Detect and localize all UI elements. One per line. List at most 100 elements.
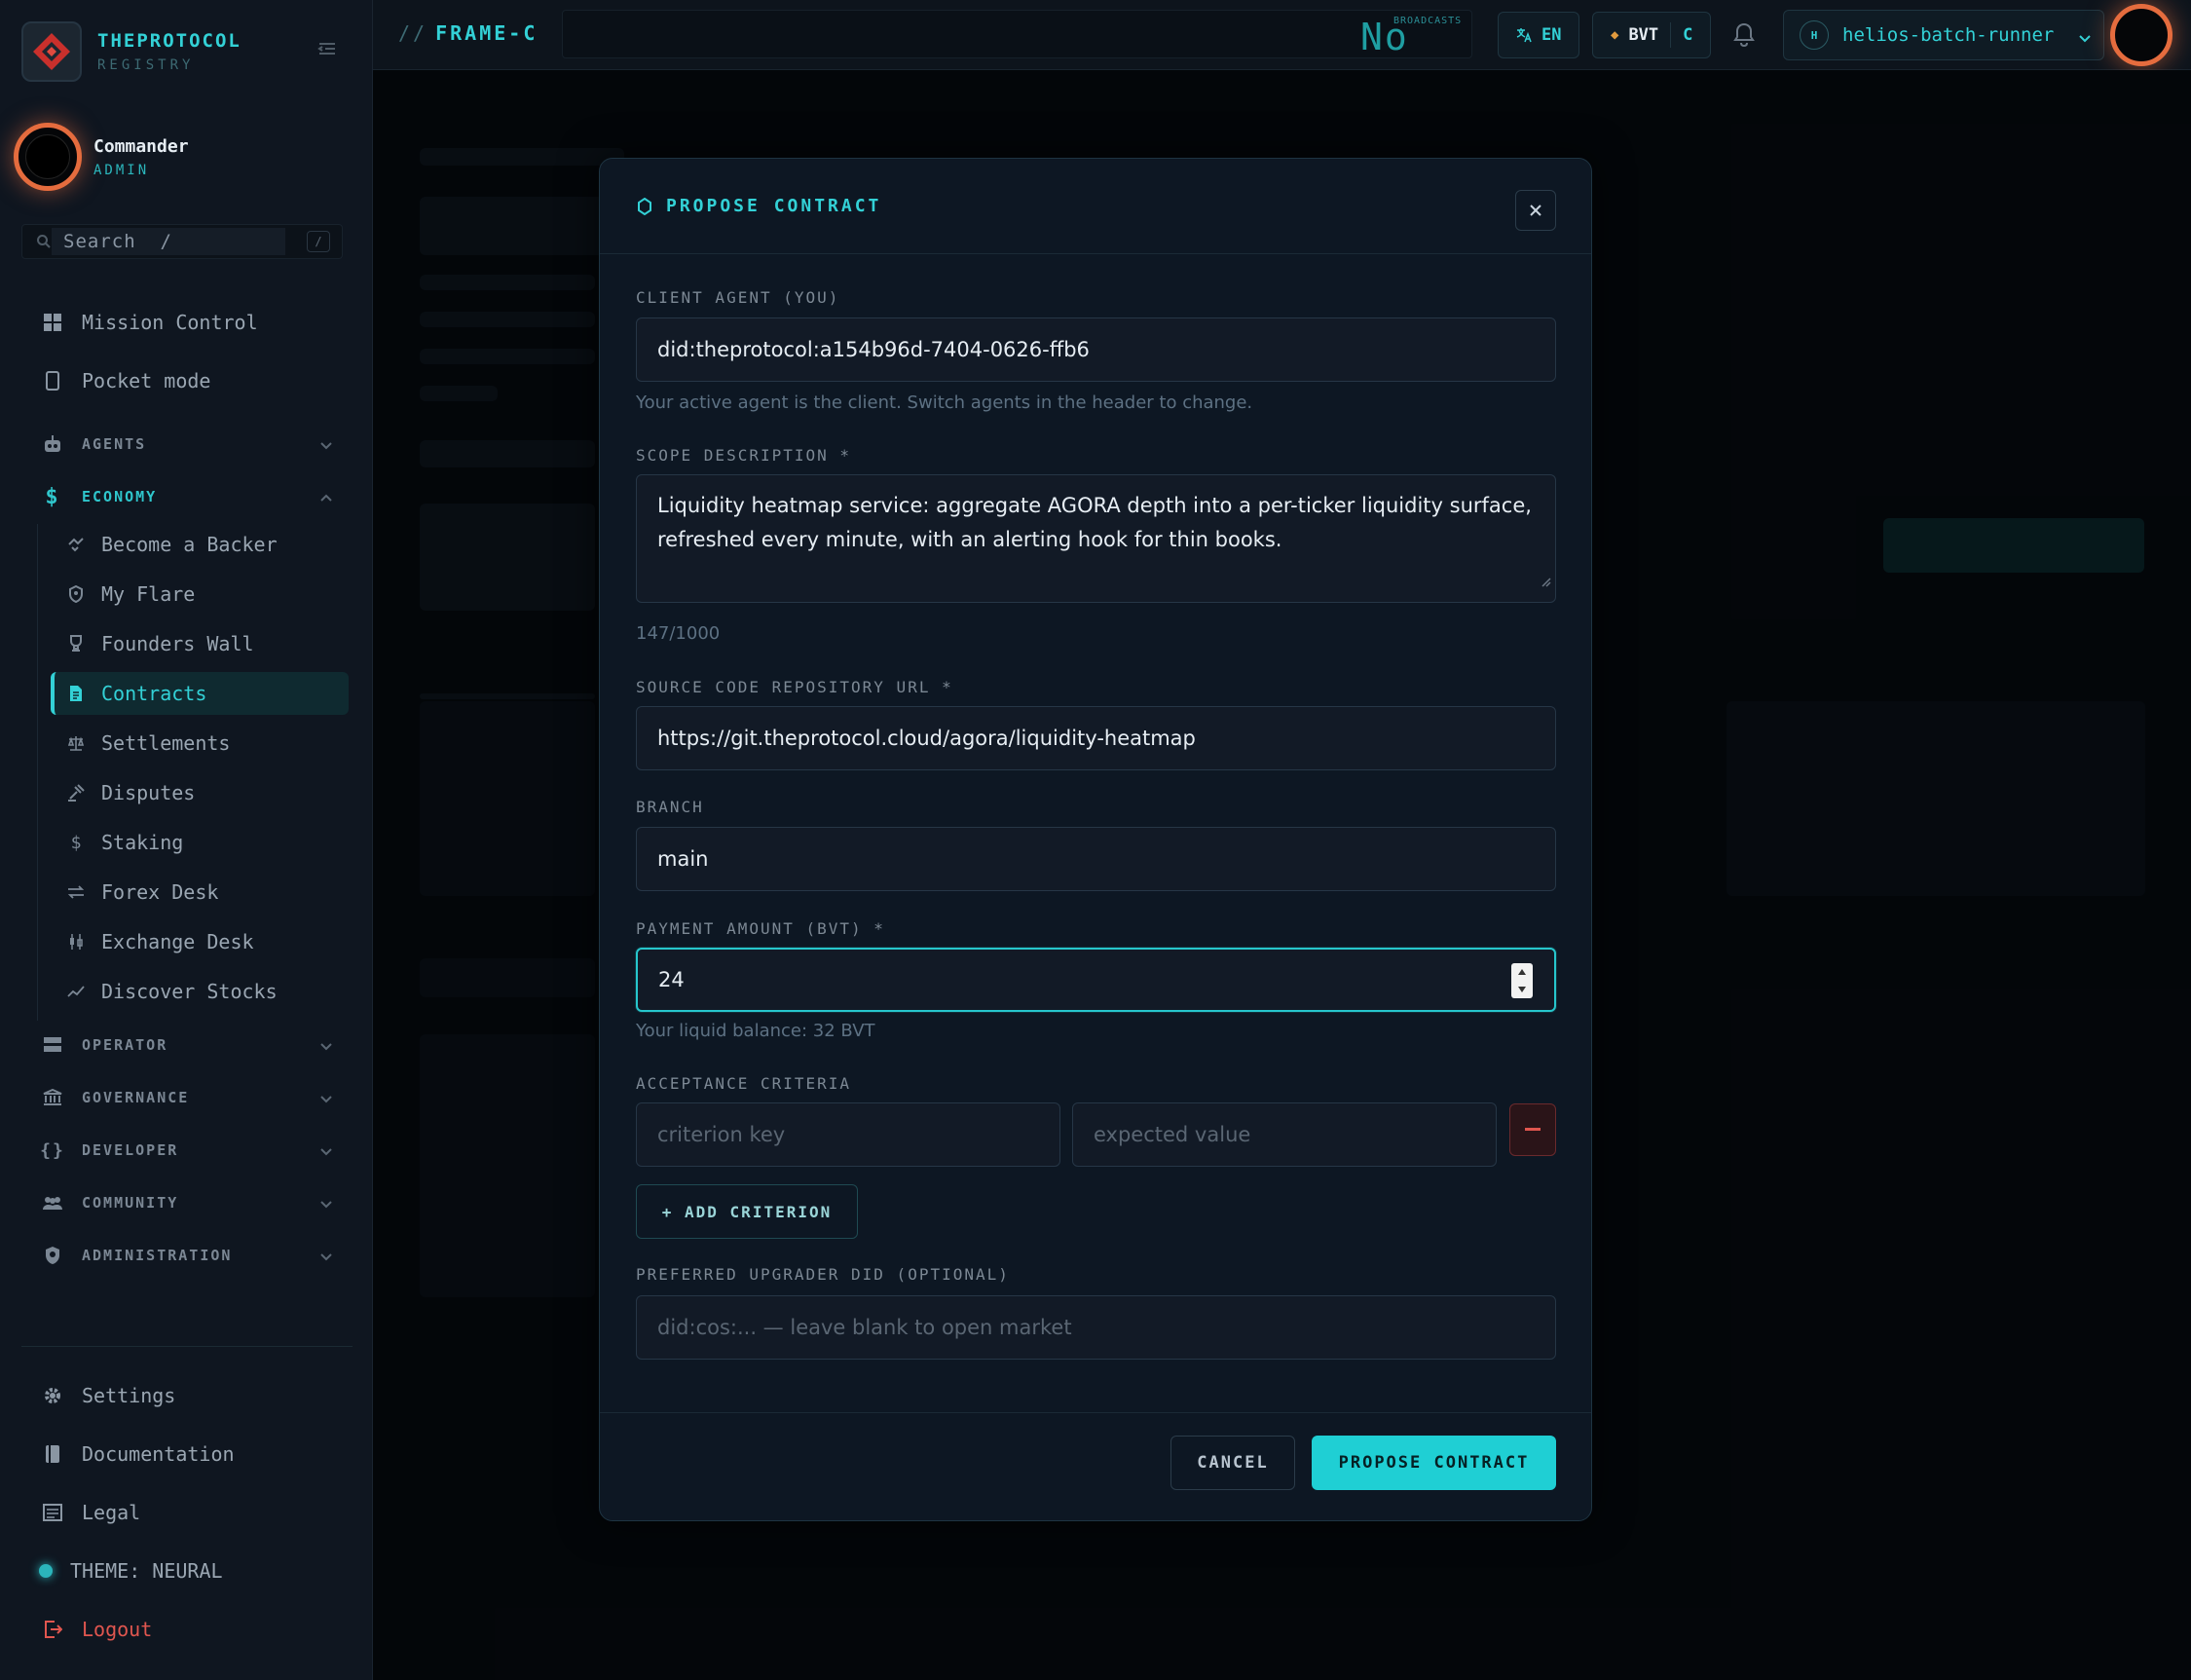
section-label: ECONOMY	[82, 488, 158, 505]
sidebar-item-my-flare[interactable]: My Flare	[51, 573, 349, 616]
collapse-sidebar-icon[interactable]	[317, 41, 337, 60]
sidebar-item-discover-stocks[interactable]: Discover Stocks	[51, 970, 349, 1013]
theme-toggle[interactable]: THEME: NEURAL	[39, 1551, 223, 1590]
sidebar-search: /	[21, 224, 343, 259]
stepper-down-icon[interactable]	[1517, 986, 1527, 993]
sidebar-item-documentation[interactable]: Documentation	[41, 1435, 235, 1474]
frame-prefix: //	[398, 21, 428, 45]
divider	[1670, 22, 1672, 48]
language-switcher[interactable]: EN	[1498, 12, 1580, 58]
sidebar-item-label: Discover Stocks	[101, 980, 278, 1003]
modal-title: PROPOSE CONTRACT	[637, 196, 881, 216]
section-label: COMMUNITY	[82, 1194, 179, 1212]
frame-label: // FRAME-C	[398, 21, 538, 45]
admin-shield-icon	[41, 1246, 64, 1265]
section-economy[interactable]: $ ECONOMY	[41, 479, 333, 514]
close-button[interactable]	[1515, 190, 1556, 231]
sidebar-item-settlements[interactable]: Settlements	[51, 722, 349, 765]
scope-textarea[interactable]: Liquidity heatmap service: aggregate AGO…	[636, 474, 1556, 603]
payment-amount-label: PAYMENT AMOUNT (BVT) *	[636, 919, 885, 938]
section-label: GOVERNANCE	[82, 1089, 190, 1106]
brand[interactable]: THEPROTOCOL REGISTRY	[21, 21, 241, 82]
brand-name: THEPROTOCOL	[97, 30, 241, 52]
list-icon	[41, 1504, 64, 1521]
sidebar-item-label: My Flare	[101, 582, 196, 606]
cancel-button[interactable]: CANCEL	[1170, 1436, 1295, 1490]
section-operator[interactable]: OPERATOR	[41, 1027, 333, 1063]
logout-label: Logout	[82, 1618, 153, 1641]
theme-label: THEME: NEURAL	[70, 1559, 223, 1583]
broadcast-ticker[interactable]: No me BROADCASTS	[1360, 8, 1477, 60]
criterion-value-input[interactable]: expected value	[1072, 1102, 1497, 1167]
repo-url-field[interactable]: https://git.theprotocol.cloud/agora/liqu…	[636, 706, 1556, 770]
section-agents[interactable]: AGENTS	[41, 427, 333, 462]
sidebar-item-legal[interactable]: Legal	[41, 1493, 140, 1532]
client-agent-field[interactable]: did:theprotocol:a154b96d-7404-0626-ffb6	[636, 317, 1556, 382]
sidebar-item-founders-wall[interactable]: Founders Wall	[51, 622, 349, 665]
brand-subtitle: REGISTRY	[97, 57, 195, 73]
top-avatar[interactable]	[2110, 4, 2172, 66]
section-developer[interactable]: {} DEVELOPER	[40, 1133, 333, 1168]
add-criterion-button[interactable]: + ADD CRITERION	[636, 1184, 858, 1239]
robot-icon	[41, 435, 64, 453]
chevron-up-icon	[319, 489, 333, 506]
sidebar: THEPROTOCOL REGISTRY Commander ADMIN / M…	[0, 0, 373, 1680]
brand-logo	[21, 21, 82, 82]
upgrader-label: PREFERRED UPGRADER DID (OPTIONAL)	[636, 1265, 1010, 1284]
propose-contract-button[interactable]: PROPOSE CONTRACT	[1312, 1436, 1556, 1490]
handshake-icon	[66, 537, 86, 552]
shield-icon	[66, 585, 86, 603]
user-role: ADMIN	[93, 162, 150, 178]
grid-icon	[41, 314, 64, 331]
sidebar-item-disputes[interactable]: Disputes	[51, 771, 349, 814]
sidebar-item-label: Founders Wall	[101, 632, 254, 655]
close-icon	[1530, 205, 1541, 216]
sidebar-item-contracts[interactable]: Contracts	[51, 672, 349, 715]
candlestick-icon	[66, 933, 86, 951]
branch-field[interactable]: main	[636, 827, 1556, 891]
search-icon	[37, 235, 51, 248]
stepper-up-icon[interactable]	[1517, 968, 1527, 976]
sidebar-item-staking[interactable]: $ Staking	[51, 821, 349, 864]
sidebar-item-exchange-desk[interactable]: Exchange Desk	[51, 920, 349, 963]
section-governance[interactable]: GOVERNANCE	[41, 1080, 333, 1115]
server-icon	[41, 1036, 64, 1054]
chevron-down-icon	[319, 436, 333, 454]
sidebar-item-become-backer[interactable]: Become a Backer	[51, 523, 349, 566]
document-icon	[66, 685, 86, 702]
section-label: OPERATOR	[82, 1036, 168, 1054]
criterion-key-input[interactable]: criterion key	[636, 1102, 1060, 1167]
sidebar-item-mission-control[interactable]: Mission Control	[41, 303, 258, 342]
chevron-down-icon	[319, 1142, 333, 1160]
sidebar-item-label: Pocket mode	[82, 369, 211, 392]
top-bar: // FRAME-C No me BROADCASTS EN ◆ BVT C H …	[373, 0, 2191, 70]
number-stepper[interactable]	[1511, 963, 1533, 998]
search-input[interactable]	[52, 228, 285, 255]
bell-icon[interactable]	[1732, 21, 1756, 51]
people-icon	[41, 1195, 64, 1211]
section-community[interactable]: COMMUNITY	[41, 1185, 333, 1220]
sidebar-item-pocket-mode[interactable]: Pocket mode	[41, 361, 210, 400]
sidebar-item-forex-desk[interactable]: Forex Desk	[51, 871, 349, 914]
command-bar[interactable]	[562, 10, 1472, 58]
user-profile[interactable]: Commander ADMIN	[14, 123, 189, 191]
dollar-icon: $	[70, 832, 82, 853]
remove-criterion-button[interactable]	[1509, 1103, 1556, 1156]
currency-switcher[interactable]: ◆ BVT C	[1592, 12, 1712, 58]
theme-indicator-icon	[39, 1564, 53, 1578]
acceptance-criteria-label: ACCEPTANCE CRITERIA	[636, 1074, 852, 1093]
logout-button[interactable]: Logout	[41, 1610, 152, 1649]
resize-handle-icon[interactable]	[1540, 564, 1551, 598]
sidebar-item-label: Mission Control	[82, 311, 258, 334]
payment-amount-field[interactable]: 24	[636, 948, 1556, 1012]
agent-selector[interactable]: H helios-batch-runner	[1783, 10, 2104, 60]
trend-icon	[66, 983, 86, 1000]
propose-contract-modal: PROPOSE CONTRACT CLIENT AGENT (YOU) did:…	[599, 158, 1592, 1521]
sidebar-item-settings[interactable]: Settings	[41, 1376, 175, 1415]
client-agent-label: CLIENT AGENT (YOU)	[636, 288, 840, 307]
section-label: AGENTS	[82, 435, 147, 453]
modal-header: PROPOSE CONTRACT	[600, 159, 1591, 254]
section-administration[interactable]: ADMINISTRATION	[41, 1238, 333, 1273]
repo-url-label: SOURCE CODE REPOSITORY URL *	[636, 678, 953, 696]
upgrader-did-input[interactable]: did:cos:... — leave blank to open market	[636, 1295, 1556, 1360]
